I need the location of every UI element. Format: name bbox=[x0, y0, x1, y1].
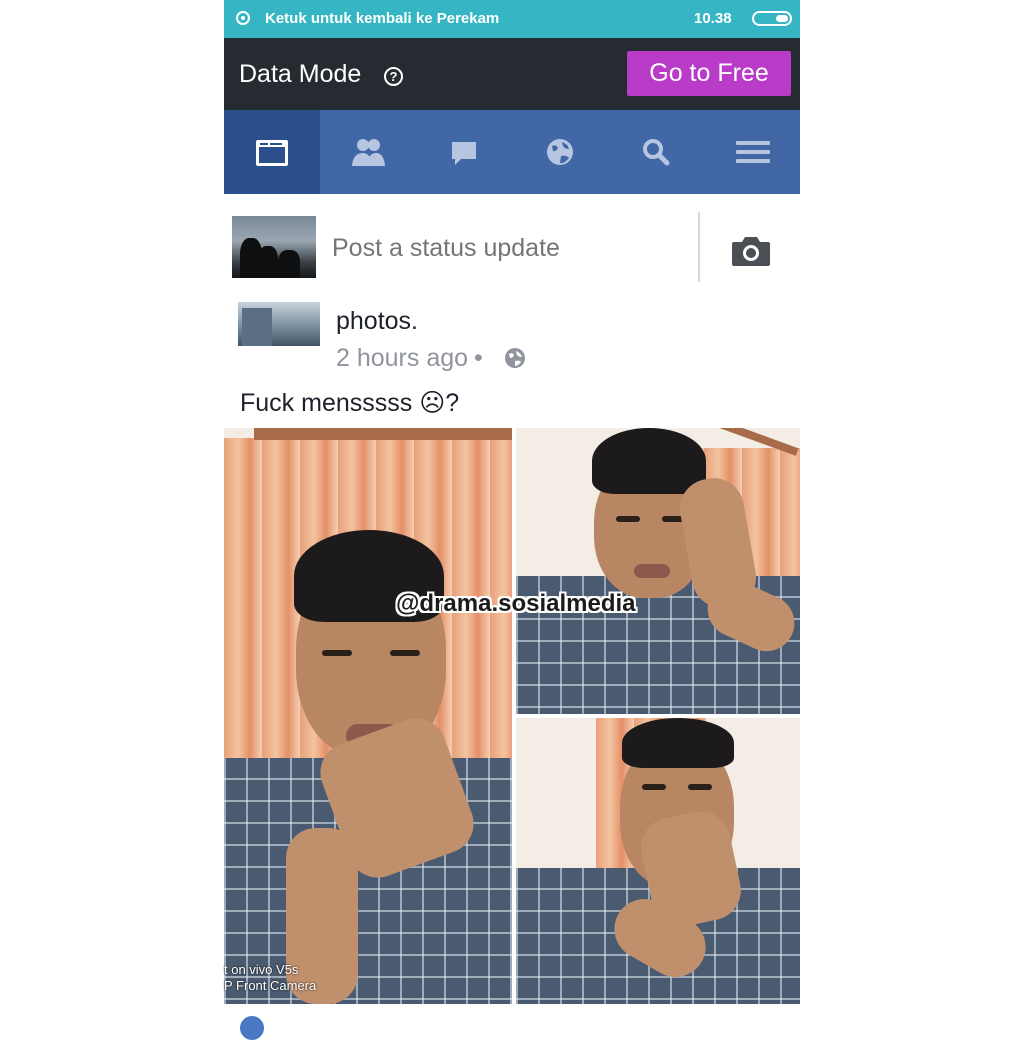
next-post-avatar bbox=[240, 1016, 264, 1040]
help-icon[interactable]: ? bbox=[384, 67, 403, 86]
post-photo-bottom-right[interactable] bbox=[516, 718, 800, 1004]
tab-menu[interactable] bbox=[704, 110, 800, 194]
go-to-free-button[interactable]: Go to Free bbox=[627, 51, 791, 96]
post-photo-main[interactable] bbox=[224, 428, 512, 1004]
status-bar[interactable]: Ketuk untuk kembali ke Perekam 10.38 bbox=[224, 0, 800, 38]
battery-icon bbox=[752, 11, 792, 26]
friends-icon bbox=[352, 139, 385, 166]
composer-divider bbox=[698, 212, 700, 282]
tab-messages[interactable] bbox=[416, 110, 512, 194]
notifications-globe-icon bbox=[547, 139, 573, 165]
globe-icon bbox=[505, 348, 525, 368]
meta-separator: • bbox=[474, 344, 483, 372]
camera-watermark-line1: t on vivo V5s bbox=[224, 962, 299, 977]
status-composer[interactable] bbox=[224, 194, 800, 303]
camera-watermark: t on vivo V5s P Front Camera bbox=[224, 962, 316, 994]
menu-icon bbox=[736, 141, 770, 163]
messages-icon bbox=[452, 142, 476, 165]
post-header-text: photos. bbox=[336, 307, 419, 335]
data-mode-title: Data Mode bbox=[239, 60, 362, 88]
tab-friends[interactable] bbox=[320, 110, 416, 194]
top-nav-bar bbox=[224, 110, 800, 194]
status-update-input[interactable] bbox=[332, 234, 682, 263]
tab-news-feed[interactable] bbox=[224, 110, 320, 194]
post-meta: 2 hours ago • bbox=[336, 344, 489, 373]
phone-screen: Ketuk untuk kembali ke Perekam 10.38 Dat… bbox=[224, 0, 800, 1024]
post-timestamp[interactable]: 2 hours ago bbox=[336, 344, 468, 372]
post-caption: Fuck mensssss ☹? bbox=[240, 389, 460, 417]
user-avatar[interactable] bbox=[232, 216, 316, 278]
search-icon bbox=[643, 139, 670, 166]
tab-search[interactable] bbox=[608, 110, 704, 194]
clock: 10.38 bbox=[694, 10, 732, 27]
post-author-avatar[interactable] bbox=[238, 302, 320, 346]
camera-watermark-line2: P Front Camera bbox=[224, 978, 317, 993]
recording-banner-text[interactable]: Ketuk untuk kembali ke Perekam bbox=[265, 10, 499, 27]
news-feed-icon bbox=[256, 140, 288, 166]
camera-icon[interactable] bbox=[730, 234, 772, 268]
record-icon bbox=[236, 11, 250, 25]
tab-notifications[interactable] bbox=[512, 110, 608, 194]
post-photo-top-right[interactable] bbox=[516, 428, 800, 714]
data-mode-bar: Data Mode ? Go to Free bbox=[224, 38, 800, 110]
watermark-text: @drama.sosialmedia bbox=[396, 590, 636, 617]
